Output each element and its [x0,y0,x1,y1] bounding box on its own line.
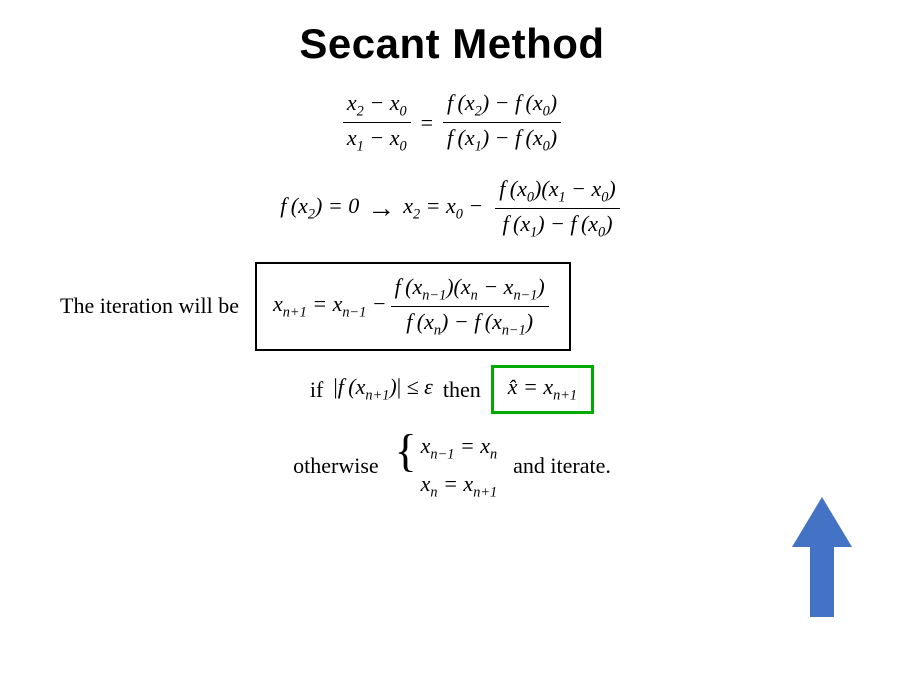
result-box: x̂ = xn+1 [491,365,594,413]
result-formula: x̂ = xn+1 [508,374,577,404]
page-title: Secant Method [299,20,604,68]
formula-section-2: f (x2) = 0 → x2 = x0 − f (x0)(x1 − x0) f… [280,176,623,242]
otherwise-label: otherwise [293,453,379,479]
brace-line-1: xn−1 = xn [421,428,498,466]
frac-iteration: f (xn−1)(xn − xn−1) f (xn) − f (xn−1) [391,274,549,340]
iteration-label: The iteration will be [60,293,239,319]
frac-left-den: x1 − x0 [343,123,411,155]
fx2-zero: f (x2) = 0 [280,193,359,223]
formula-section-1: x2 − x0 x1 − x0 = f (x2) − f (x0) f (x1)… [339,90,565,156]
frac-section2: f (x0)(x1 − x0) f (x1) − f (x0) [495,176,619,242]
formula-section-3: The iteration will be xn+1 = xn−1 − f (x… [40,262,864,352]
brace-line-2: xn = xn+1 [421,466,498,504]
then-label: then [443,377,481,403]
frac-left: x2 − x0 x1 − x0 [343,90,411,156]
if-condition: |f (xn+1)| ≤ ε [333,374,432,404]
page-container: Secant Method x2 − x0 x1 − x0 = f (x2) −… [0,0,904,687]
x2-formula: x2 = x0 − [403,193,483,223]
formula-section-4: if |f (xn+1)| ≤ ε then x̂ = xn+1 [310,365,594,413]
implies-arrow: → [367,193,395,225]
formula-section-5: otherwise { xn−1 = xn xn = xn+1 and iter… [293,428,611,505]
brace-symbol: { [395,428,417,474]
frac-s2-num: f (x0)(x1 − x0) [495,176,619,209]
frac-right-num: f (x2) − f (x0) [443,90,561,123]
iteration-formula-box: xn+1 = xn−1 − f (xn−1)(xn − xn−1) f (xn)… [255,262,571,352]
frac-left-num: x2 − x0 [343,90,411,123]
frac-s2-den: f (x1) − f (x0) [498,209,616,241]
frac-iter-num: f (xn−1)(xn − xn−1) [391,274,549,307]
iteration-lhs: xn+1 = xn−1 − [273,291,387,321]
frac-iter-den: f (xn) − f (xn−1) [402,307,537,339]
and-iterate-label: and iterate. [513,453,611,479]
if-label: if [310,377,323,403]
brace-system: { xn−1 = xn xn = xn+1 [395,428,498,505]
frac-right: f (x2) − f (x0) f (x1) − f (x0) [443,90,561,156]
equals-sign-1: = [421,110,433,136]
blue-arrow [792,497,852,627]
frac-right-den: f (x1) − f (x0) [443,123,561,155]
